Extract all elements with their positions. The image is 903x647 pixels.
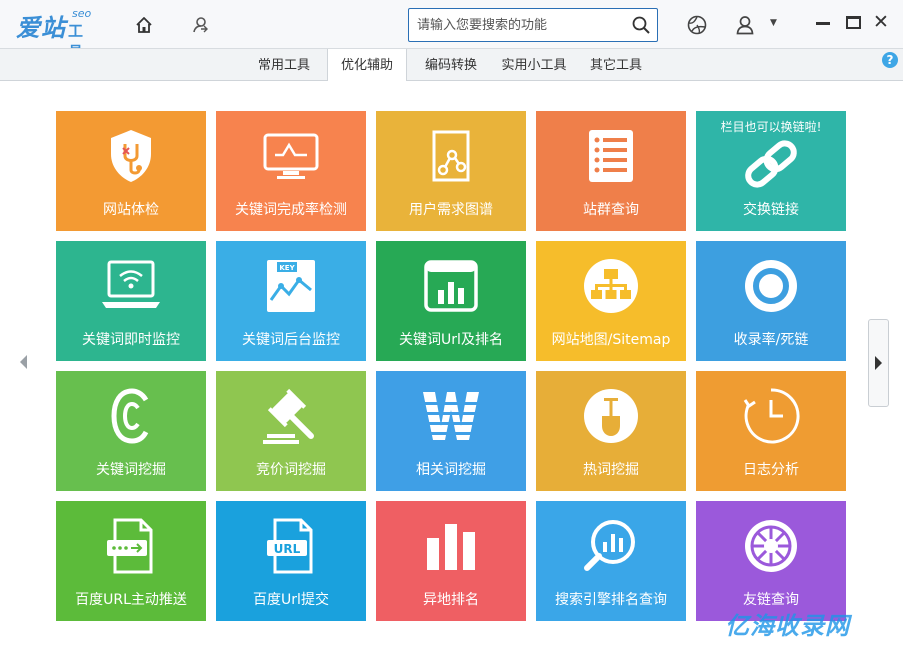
tab-encoding[interactable]: 编码转换 [414, 49, 488, 81]
tile-keyword-mining[interactable]: 关键词挖掘 [56, 371, 206, 491]
tile-related-keyword-mining[interactable]: 相关词挖掘 [376, 371, 526, 491]
logo-sup-text: seo [72, 7, 92, 20]
tile-label: 关键词即时监控 [82, 332, 180, 348]
minimize-button[interactable] [816, 22, 830, 25]
user-switch-icon [193, 17, 208, 33]
search-box [408, 8, 658, 42]
list-doc-icon [536, 121, 686, 191]
tab-common-tools[interactable]: 常用工具 [247, 49, 321, 81]
tile-label: 网站地图/Sitemap [551, 332, 671, 348]
globe-icon [687, 15, 707, 35]
shield-stethoscope-icon [56, 121, 206, 191]
tab-other-tools[interactable]: 其它工具 [580, 49, 652, 81]
logo-main-text: 爱站 [16, 13, 66, 42]
tile-keyword-realtime-monitor[interactable]: 关键词即时监控 [56, 241, 206, 361]
clock-icon [696, 381, 846, 451]
user-icon [736, 16, 754, 35]
tab-utilities[interactable]: 实用小工具 [494, 49, 574, 81]
tile-label: 关键词后台监控 [242, 332, 340, 348]
laptop-wifi-icon [56, 251, 206, 321]
file-push-icon [56, 511, 206, 581]
letter-w-icon [376, 381, 526, 451]
tile-bid-keyword-mining[interactable]: 竞价词挖掘 [216, 371, 366, 491]
tile-site-group-query[interactable]: 站群查询 [536, 111, 686, 231]
tile-label: 交换链接 [743, 202, 799, 218]
search-button[interactable] [629, 13, 653, 37]
chevron-down-icon[interactable]: ▼ [770, 18, 777, 28]
globe-button[interactable] [682, 10, 712, 40]
chain-link-icon [696, 129, 846, 199]
tile-label: 关键词挖掘 [96, 462, 166, 478]
letter-c-icon [56, 381, 206, 451]
home-icon [136, 17, 152, 33]
tile-friend-link-query[interactable]: 友链查询 [696, 501, 846, 621]
monitor-pulse-icon [216, 121, 366, 191]
tile-label: 收录率/死链 [733, 332, 809, 348]
tile-label: 搜索引擎排名查询 [555, 592, 667, 608]
tile-baidu-url-push[interactable]: 百度URL主动推送 [56, 501, 206, 621]
chevron-right-icon [874, 356, 882, 370]
tile-user-demand-graph[interactable]: 用户需求图谱 [376, 111, 526, 231]
next-page-button[interactable] [868, 319, 889, 407]
key-icon-text: KEY [279, 264, 295, 272]
tile-label: 日志分析 [743, 462, 799, 478]
tile-label: 网站体检 [103, 202, 159, 218]
tile-baidu-url-submit[interactable]: URL 百度Url提交 [216, 501, 366, 621]
app-logo: 爱站 seo 工具包 [16, 7, 91, 82]
ring-icon [696, 251, 846, 321]
tile-keyword-background-monitor[interactable]: KEY 关键词后台监控 [216, 241, 366, 361]
tile-label: 用户需求图谱 [409, 202, 493, 218]
user-switch-button[interactable] [185, 10, 215, 40]
tile-label: 异地排名 [423, 592, 479, 608]
tile-keyword-completion[interactable]: 关键词完成率检测 [216, 111, 366, 231]
shovel-icon [536, 381, 686, 451]
search-icon [632, 16, 650, 34]
tile-remote-ranking[interactable]: 异地排名 [376, 501, 526, 621]
main-area: 网站体检 关键词完成率检测 用户需求图谱 站群查询 栏目也可以换链啦! 交换链接… [0, 81, 903, 647]
home-button[interactable] [129, 10, 159, 40]
bar-chart-window-icon [376, 251, 526, 321]
tile-index-rate-deadlinks[interactable]: 收录率/死链 [696, 241, 846, 361]
tab-optimization[interactable]: 优化辅助 [327, 49, 407, 82]
url-icon-text: URL [274, 542, 301, 556]
chevron-left-icon [20, 355, 27, 369]
tile-search-engine-ranking[interactable]: 搜索引擎排名查询 [536, 501, 686, 621]
search-chart-icon [536, 511, 686, 581]
tile-label: 百度URL主动推送 [75, 592, 187, 608]
wheel-icon [696, 511, 846, 581]
tab-bar: 常用工具 优化辅助 编码转换 实用小工具 其它工具 ? [0, 48, 903, 82]
help-icon[interactable]: ? [882, 52, 898, 68]
tile-label: 百度Url提交 [253, 592, 329, 608]
account-button[interactable] [730, 10, 760, 40]
tile-keyword-url-ranking[interactable]: 关键词Url及排名 [376, 241, 526, 361]
tile-label: 站群查询 [583, 202, 639, 218]
prev-page-button[interactable] [12, 319, 34, 405]
sitemap-icon [536, 251, 686, 321]
graph-doc-icon [376, 121, 526, 191]
title-bar: 爱站 seo 工具包 [0, 0, 903, 82]
tile-label: 竞价词挖掘 [256, 462, 326, 478]
maximize-button[interactable] [846, 16, 861, 29]
tile-log-analysis[interactable]: 日志分析 [696, 371, 846, 491]
gavel-icon [216, 381, 366, 451]
tile-label: 相关词挖掘 [416, 462, 486, 478]
tile-exchange-links[interactable]: 栏目也可以换链啦! 交换链接 [696, 111, 846, 231]
tile-hot-keyword-mining[interactable]: 热词挖掘 [536, 371, 686, 491]
file-url-icon: URL [216, 511, 366, 581]
search-input[interactable] [417, 15, 629, 35]
bars-icon [376, 511, 526, 581]
tile-sitemap[interactable]: 网站地图/Sitemap [536, 241, 686, 361]
tile-label: 关键词完成率检测 [235, 202, 347, 218]
tile-label: 关键词Url及排名 [399, 332, 503, 348]
tile-site-checkup[interactable]: 网站体检 [56, 111, 206, 231]
watermark: 亿海收录网 [725, 612, 850, 640]
keyword-chart-icon: KEY [216, 251, 366, 321]
close-button[interactable]: ✕ [873, 13, 889, 32]
tile-label: 热词挖掘 [583, 462, 639, 478]
